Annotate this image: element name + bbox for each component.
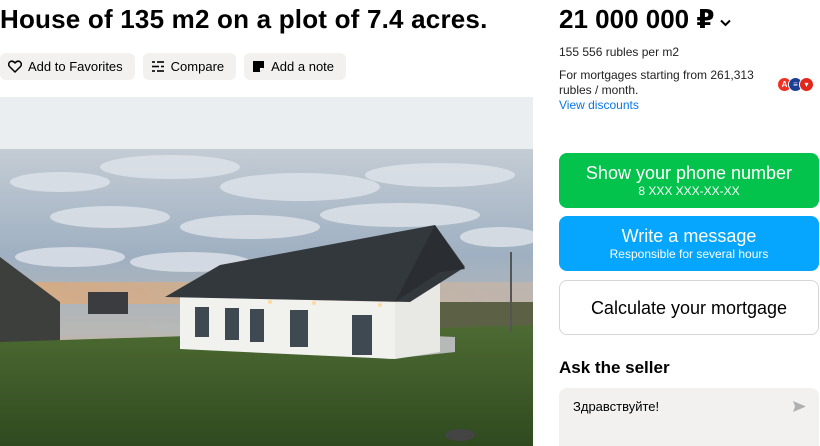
price[interactable]: 21 000 000 ₽ [559, 4, 819, 35]
seller-message-text: Здравствуйте! [573, 399, 660, 414]
calculate-mortgage-button[interactable]: Calculate your mortgage [559, 280, 819, 335]
compare-icon [151, 60, 165, 73]
send-icon[interactable] [792, 400, 807, 416]
listing-title: House of 135 m2 on a plot of 7.4 acres. [0, 4, 488, 34]
phone-masked: 8 XXX XXX-XX-XX [638, 184, 740, 198]
mortgage-offer: For mortgages starting from 261,313 rubl… [559, 68, 754, 97]
write-message-label: Write a message [621, 226, 757, 246]
show-phone-button[interactable]: Show your phone number 8 XXX XXX-XX-XX [559, 153, 819, 208]
calculate-mortgage-label: Calculate your mortgage [590, 297, 788, 318]
bank-sovcom-icon: ▾ [799, 77, 814, 92]
seller-message-input[interactable]: Здравствуйте! [559, 388, 819, 446]
add-to-favorites-button[interactable]: Add to Favorites [0, 53, 135, 80]
bank-logos: А ≡ ▾ [777, 77, 814, 92]
view-discounts-link[interactable]: View discounts [559, 98, 819, 113]
listing-actions: Add to Favorites Compare Add a note [0, 53, 347, 80]
show-phone-label: Show your phone number [585, 163, 793, 183]
listing-photo[interactable] [0, 97, 533, 446]
heart-icon [8, 60, 22, 73]
note-icon [252, 60, 265, 73]
write-message-button[interactable]: Write a message Responsible for several … [559, 216, 819, 271]
price-block: 21 000 000 ₽ 155 556 rubles per m2 For m… [559, 4, 819, 113]
compare-label: Compare [170, 59, 225, 74]
add-to-favorites-label: Add to Favorites [28, 59, 123, 74]
ask-seller-heading: Ask the seller [559, 358, 670, 377]
compare-button[interactable]: Compare [142, 53, 237, 80]
add-note-label: Add a note [271, 59, 335, 74]
price-per-m2: 155 556 rubles per m2 [559, 45, 680, 59]
chevron-down-icon[interactable] [720, 14, 732, 30]
add-note-button[interactable]: Add a note [244, 53, 347, 80]
price-value: 21 000 000 ₽ [559, 4, 715, 34]
response-time: Responsible for several hours [609, 247, 769, 261]
